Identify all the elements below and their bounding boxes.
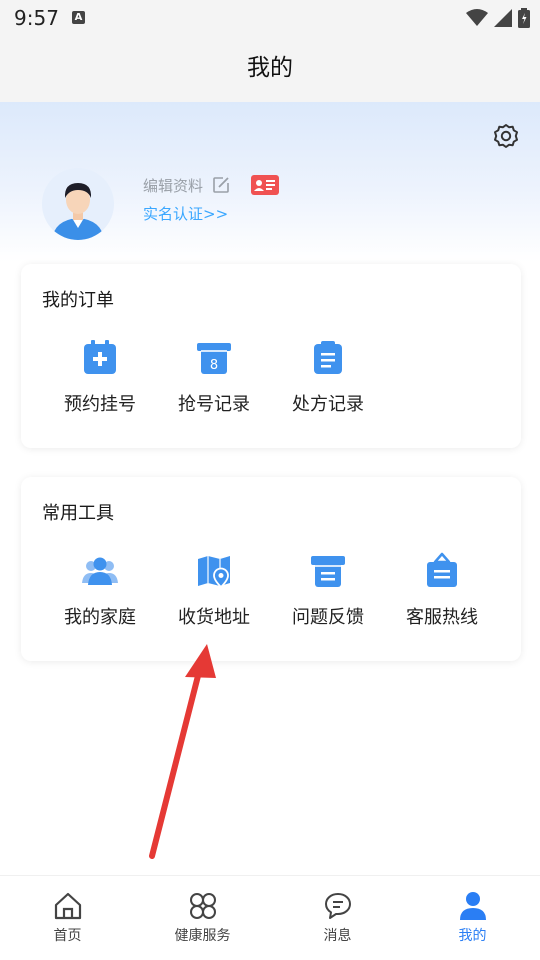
settings-gear-icon[interactable] [492,122,520,150]
feedback-button[interactable]: 问题反馈 [271,551,385,629]
edit-profile-label: 编辑资料 [143,176,204,195]
tab-home-label: 首页 [53,928,82,944]
hotline-button[interactable]: 客服热线 [385,551,499,629]
battery-icon [518,8,530,28]
appointment-button[interactable]: 预约挂号 [43,338,157,416]
notification-icon: A [72,11,85,24]
orders-card: 我的订单 预约挂号 8 抢号记录 处方记录 [21,264,521,448]
grab-record-label: 抢号记录 [178,394,250,415]
orders-title: 我的订单 [42,290,114,311]
grab-record-button[interactable]: 8 抢号记录 [157,338,271,416]
edit-icon [213,177,229,193]
tab-messages[interactable]: 消息 [270,876,405,960]
home-icon [54,892,81,920]
page-title: 我的 [247,55,293,81]
calendar-plus-icon [84,340,116,374]
tools-card: 常用工具 我的家庭 收货地址 问题反馈 客服热线 [21,477,521,661]
ticket-icon: 8 [197,343,231,374]
edit-profile-row[interactable]: 编辑资料 [143,174,231,196]
status-bar: 9:57 A [0,0,540,36]
appointment-label: 预约挂号 [64,394,136,415]
prescription-button[interactable]: 处方记录 [271,338,385,416]
prescription-icon [314,341,342,374]
user-icon [459,892,486,920]
tab-mine[interactable]: 我的 [405,876,540,960]
feedback-label: 问题反馈 [292,607,364,628]
my-family-label: 我的家庭 [64,607,136,628]
status-icons [466,8,530,28]
hotline-label: 客服热线 [406,607,478,628]
grid-icon [189,893,216,919]
bottom-tab-bar: 首页 健康服务 消息 我的 [0,875,540,960]
tab-health-services-label: 健康服务 [174,928,231,944]
my-family-button[interactable]: 我的家庭 [43,551,157,629]
wifi-icon [466,9,488,26]
family-icon [82,557,118,585]
svg-text:8: 8 [210,358,218,373]
real-name-verify-link[interactable]: 实名认证>> [143,203,228,224]
hotline-icon [427,552,457,587]
map-pin-icon [198,556,230,589]
prescription-label: 处方记录 [292,394,364,415]
avatar[interactable] [42,168,114,240]
tab-mine-label: 我的 [458,928,487,944]
tab-home[interactable]: 首页 [0,876,135,960]
tab-health-services[interactable]: 健康服务 [135,876,270,960]
id-card-icon[interactable] [251,175,279,195]
tools-title: 常用工具 [42,503,114,524]
status-time: 9:57 [14,6,59,30]
avatar-person-icon [42,168,114,240]
tab-messages-label: 消息 [323,928,352,944]
message-icon [324,893,351,919]
signal-icon [494,9,512,27]
shipping-address-button[interactable]: 收货地址 [157,551,271,629]
feedback-icon [311,556,345,587]
title-bar: 我的 [0,36,540,102]
shipping-address-label: 收货地址 [178,607,250,628]
